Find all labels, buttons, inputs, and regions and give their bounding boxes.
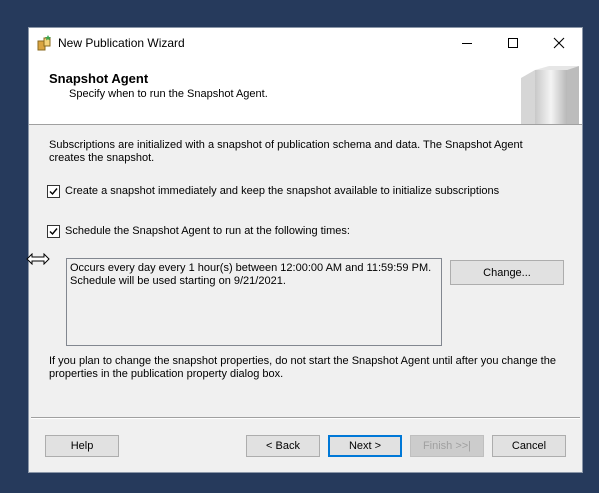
create-snapshot-label: Create a snapshot immediately and keep t… — [65, 185, 500, 197]
snapshot-note-text: If you plan to change the snapshot prope… — [49, 355, 556, 380]
page-subtitle: Specify when to run the Snapshot Agent. — [69, 88, 268, 100]
window-title: New Publication Wizard — [58, 36, 185, 50]
checkmark-icon — [49, 228, 58, 236]
schedule-description-box[interactable]: Occurs every day every 1 hour(s) between… — [66, 258, 442, 346]
intro-text: Subscriptions are initialized with a sna… — [49, 139, 523, 164]
title-bar[interactable]: New Publication Wizard — [29, 28, 582, 58]
cancel-button[interactable]: Cancel — [492, 435, 566, 457]
maximize-button[interactable] — [490, 28, 536, 58]
schedule-agent-label: Schedule the Snapshot Agent to run at th… — [65, 225, 350, 237]
schedule-agent-checkbox[interactable] — [47, 225, 60, 238]
create-snapshot-checkbox[interactable] — [47, 185, 60, 198]
header-graphic-icon — [517, 66, 579, 124]
wizard-page-header: Snapshot Agent Specify when to run the S… — [29, 58, 582, 125]
minimize-button[interactable] — [444, 28, 490, 58]
page-title: Snapshot Agent — [49, 71, 149, 86]
footer-separator — [31, 417, 580, 419]
change-schedule-button[interactable]: Change... — [450, 260, 564, 285]
next-button[interactable]: Next > — [328, 435, 402, 457]
close-icon — [553, 37, 565, 49]
finish-button[interactable]: Finish >>| — [410, 435, 484, 457]
back-button[interactable]: < Back — [246, 435, 320, 457]
resize-cursor-icon — [26, 252, 50, 268]
help-button[interactable]: Help — [45, 435, 119, 457]
schedule-line-1: Occurs every day every 1 hour(s) between… — [70, 262, 432, 274]
close-button[interactable] — [536, 28, 582, 58]
schedule-line-2: Schedule will be used starting on 9/21/2… — [70, 275, 286, 287]
wizard-app-icon — [37, 35, 53, 51]
minimize-icon — [462, 43, 472, 44]
checkmark-icon — [49, 188, 58, 196]
maximize-icon — [508, 38, 518, 48]
publication-wizard-window: New Publication Wizard Snapshot Agent Sp… — [28, 27, 583, 473]
